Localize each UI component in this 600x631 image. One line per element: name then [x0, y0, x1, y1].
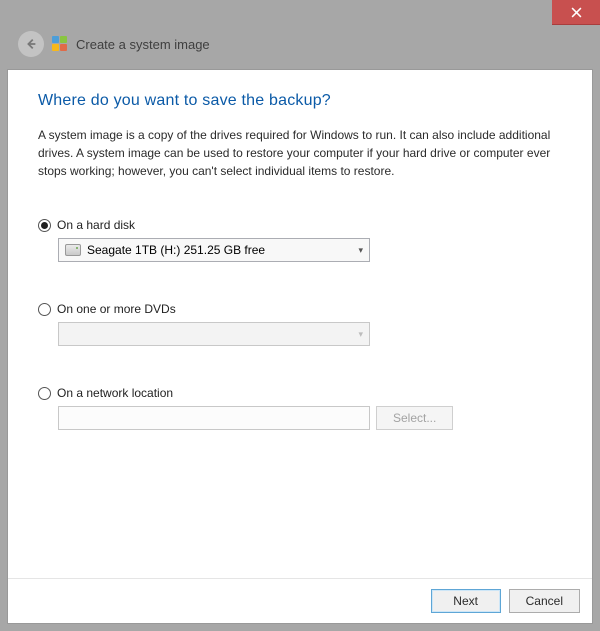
option-network: On a network location Select... — [38, 386, 562, 430]
radio-icon — [38, 219, 51, 232]
option-hard-disk: On a hard disk Seagate 1TB (H:) 251.25 G… — [38, 218, 562, 262]
drive-icon — [65, 244, 81, 256]
radio-icon — [38, 387, 51, 400]
radio-label-network: On a network location — [57, 386, 173, 400]
radio-hard-disk[interactable]: On a hard disk — [38, 218, 562, 232]
footer: Next Cancel — [8, 578, 592, 623]
wizard-window: Create a system image Where do you want … — [0, 0, 600, 631]
arrow-left-icon — [24, 37, 38, 51]
network-location-input — [58, 406, 370, 430]
radio-dvd[interactable]: On one or more DVDs — [38, 302, 562, 316]
radio-network[interactable]: On a network location — [38, 386, 562, 400]
back-button[interactable] — [18, 31, 44, 57]
header-row: Create a system image — [0, 25, 600, 69]
next-button[interactable]: Next — [431, 589, 501, 613]
close-button[interactable] — [552, 0, 600, 25]
close-icon — [571, 7, 582, 18]
cancel-button[interactable]: Cancel — [509, 589, 580, 613]
radio-label-hard-disk: On a hard disk — [57, 218, 135, 232]
windows-logo-icon — [52, 36, 68, 52]
selected-drive-label: Seagate 1TB (H:) 251.25 GB free — [87, 243, 265, 257]
content-pane: Where do you want to save the backup? A … — [7, 69, 593, 624]
page-description: A system image is a copy of the drives r… — [38, 126, 562, 180]
dvd-select-combo: ▾ — [58, 322, 370, 346]
drive-select-combo[interactable]: Seagate 1TB (H:) 251.25 GB free ▾ — [58, 238, 370, 262]
option-dvd: On one or more DVDs ▾ — [38, 302, 562, 346]
wizard-title: Create a system image — [76, 37, 210, 52]
radio-icon — [38, 303, 51, 316]
select-network-button: Select... — [376, 406, 453, 430]
titlebar — [0, 0, 600, 25]
radio-label-dvd: On one or more DVDs — [57, 302, 176, 316]
chevron-down-icon: ▾ — [358, 245, 363, 256]
chevron-down-icon: ▾ — [358, 329, 363, 340]
page-heading: Where do you want to save the backup? — [38, 92, 562, 110]
